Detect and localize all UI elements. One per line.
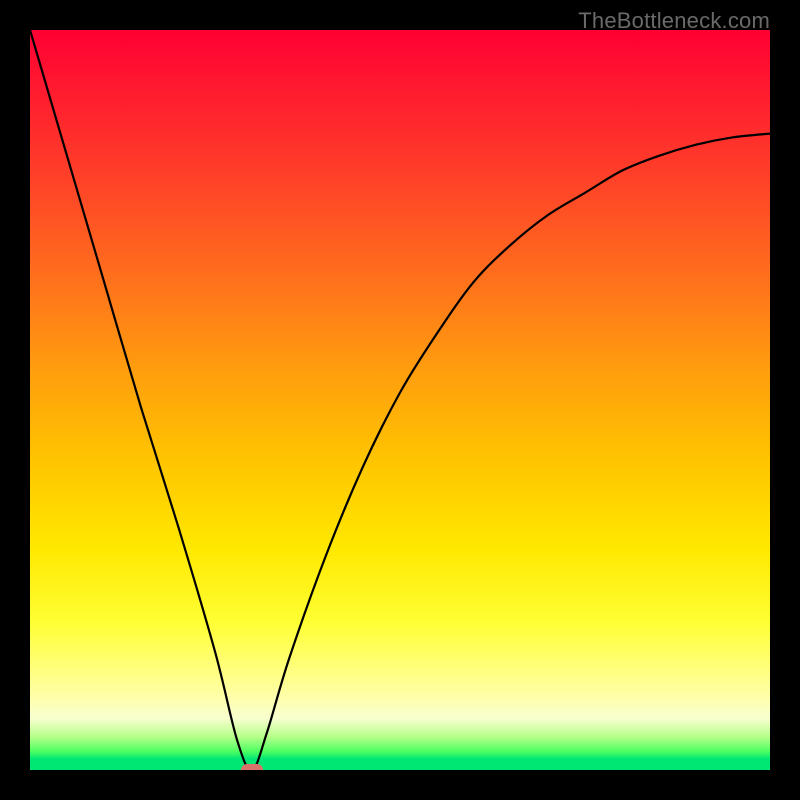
minimum-marker bbox=[241, 764, 263, 770]
plot-area bbox=[30, 30, 770, 770]
bottleneck-curve bbox=[30, 30, 770, 770]
chart-frame: TheBottleneck.com bbox=[0, 0, 800, 800]
watermark-text: TheBottleneck.com bbox=[578, 8, 770, 34]
